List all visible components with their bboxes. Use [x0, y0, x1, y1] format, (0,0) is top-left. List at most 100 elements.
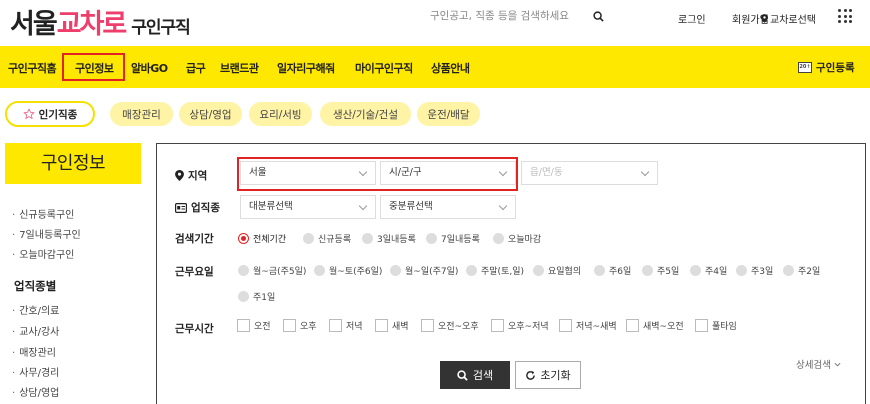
worktime-option[interactable]: 오전	[237, 319, 271, 332]
worktime-option[interactable]: 새벽	[375, 319, 409, 332]
search-icon[interactable]	[593, 10, 604, 22]
workdays-option[interactable]: 주3일	[736, 264, 773, 277]
radio	[466, 265, 477, 276]
period-option-new[interactable]: 신규등록	[303, 232, 351, 245]
checkbox	[695, 319, 708, 332]
workdays-option[interactable]: 주5일	[642, 264, 679, 277]
workdays-option[interactable]: 주6일	[594, 264, 631, 277]
radio	[238, 291, 249, 302]
workdays-option[interactable]: 주2일	[783, 264, 820, 277]
reset-button[interactable]: 초기화	[515, 361, 581, 389]
worktime-option[interactable]: 저녁~새벽	[559, 319, 617, 332]
worktime-label: 근무시간	[175, 323, 214, 335]
chip-production-tech[interactable]: 생산/기술/건설	[320, 102, 411, 126]
sidebar-category-sales[interactable]: 상담/영업	[12, 384, 59, 399]
workdays-option-label: 월~일(주7일)	[405, 267, 459, 277]
sidebar-category-medical[interactable]: 간호/의료	[12, 302, 59, 317]
workdays-option[interactable]: 주1일	[238, 290, 275, 303]
sidebar-category-store[interactable]: 매장관리	[12, 344, 56, 359]
nav-alba-go[interactable]: 알바GO	[131, 60, 168, 76]
chip-store-management[interactable]: 매장관리	[110, 102, 173, 126]
all-menu-icon[interactable]	[838, 9, 852, 23]
worktime-option-label: 새벽	[392, 322, 409, 332]
workdays-option-label: 월~토(주6일)	[329, 267, 383, 277]
id-card-icon	[175, 202, 187, 213]
radio	[238, 265, 249, 276]
workdays-option[interactable]: 월~일(주7일)	[390, 264, 458, 277]
detail-search-toggle[interactable]: 상세검색	[796, 357, 841, 371]
sidebar-link-closing-today[interactable]: 오늘마감구인	[12, 246, 74, 261]
worktime-option-label: 저녁~새벽	[576, 322, 617, 332]
checkbox	[237, 319, 250, 332]
radio-selected	[238, 233, 249, 244]
sidebar-link-new[interactable]: 신규등록구인	[12, 206, 74, 221]
workdays-option-label: 주1일	[253, 293, 276, 303]
region-district-select[interactable]: 시/군/구	[380, 161, 516, 185]
workdays-label: 근무요일	[175, 266, 214, 278]
nav-find-me-job[interactable]: 일자리구해줘	[277, 60, 335, 76]
chip-driving-delivery[interactable]: 운전/배달	[417, 102, 480, 126]
chip-cooking-serving[interactable]: 요리/서빙	[249, 102, 312, 126]
nav-brand[interactable]: 브랜드관	[220, 60, 259, 76]
search-button[interactable]: 검색	[440, 361, 510, 389]
job-register-label: 구인등록	[816, 62, 855, 74]
workdays-option-label: 월~금(주5일)	[253, 267, 307, 277]
popular-jobs-chip[interactable]: 인기직종	[5, 101, 95, 127]
nav-home[interactable]: 구인구직홈	[8, 60, 57, 76]
search-input[interactable]	[430, 10, 588, 22]
worktime-option-label: 새벽~오전	[643, 322, 684, 332]
period-option-all[interactable]: 전체기간	[238, 232, 286, 245]
worktime-option[interactable]: 저녁	[329, 319, 363, 332]
site-logo[interactable]: 서울 교차로 구인구직	[10, 2, 191, 40]
chip-consult-sales[interactable]: 상담/영업	[179, 102, 242, 126]
workdays-option[interactable]: 월~금(주5일)	[238, 264, 306, 277]
nav-job-info[interactable]: 구인정보	[75, 60, 114, 76]
worktime-option-label: 오전~오후	[438, 322, 479, 332]
job-label-wrap: 업직종	[175, 200, 220, 215]
sidebar-section-title: 업직종별	[14, 279, 57, 293]
login-link[interactable]: 로그인	[678, 11, 706, 26]
sidebar-category-teacher[interactable]: 교사/강사	[12, 323, 59, 338]
radio	[314, 265, 325, 276]
checkbox	[375, 319, 388, 332]
workdays-option-label: 주5일	[657, 267, 680, 277]
workdays-option[interactable]: 요일협의	[533, 264, 581, 277]
location-pin-icon	[761, 14, 768, 23]
sidebar-title: 구인정보	[5, 143, 141, 184]
job-minor-select[interactable]: 중분류선택	[380, 195, 516, 219]
sidebar-link-7days[interactable]: 7일내등록구인	[12, 226, 81, 241]
radio	[362, 233, 373, 244]
detail-search-label: 상세검색	[796, 360, 831, 371]
period-option-today[interactable]: 오늘마감	[493, 232, 541, 245]
region-select-link[interactable]: 교차로선택	[761, 11, 816, 26]
job-register-button[interactable]: 20↑ 구인등록	[798, 60, 855, 75]
workdays-option-label: 주6일	[609, 267, 632, 277]
region-town-select[interactable]: 읍/면/동	[521, 161, 658, 185]
sidebar-category-office[interactable]: 사무/경리	[12, 364, 59, 379]
radio	[303, 233, 314, 244]
region-city-select[interactable]: 서울	[240, 161, 376, 185]
search-button-label: 검색	[472, 369, 494, 382]
workdays-option[interactable]: 월~토(주6일)	[314, 264, 382, 277]
workdays-option[interactable]: 주4일	[690, 264, 727, 277]
worktime-option[interactable]: 풀타임	[695, 319, 737, 332]
workdays-option-label: 요일협의	[548, 267, 582, 277]
reset-button-label: 초기화	[540, 369, 571, 382]
period-option-7days[interactable]: 7일내등록	[426, 232, 480, 245]
worktime-option[interactable]: 오후	[283, 319, 317, 332]
nav-products[interactable]: 상품안내	[431, 60, 470, 76]
workdays-option-label: 주2일	[798, 267, 821, 277]
worktime-option[interactable]: 오전~오후	[421, 319, 479, 332]
popular-jobs-label: 인기직종	[38, 108, 78, 121]
region-label: 지역	[188, 170, 208, 182]
workdays-option[interactable]: 주말(토,일)	[466, 264, 524, 277]
worktime-option[interactable]: 오후~저녁	[491, 319, 549, 332]
nav-my-page[interactable]: 마이구인구직	[355, 60, 413, 76]
checkbox	[559, 319, 572, 332]
worktime-option[interactable]: 새벽~오전	[626, 319, 684, 332]
period-option-3days[interactable]: 3일내등록	[362, 232, 416, 245]
nav-urgent[interactable]: 급구	[186, 60, 206, 76]
job-major-select[interactable]: 대분류선택	[240, 195, 376, 219]
logo-seoul: 서울	[10, 9, 58, 40]
location-pin-icon	[175, 170, 184, 181]
